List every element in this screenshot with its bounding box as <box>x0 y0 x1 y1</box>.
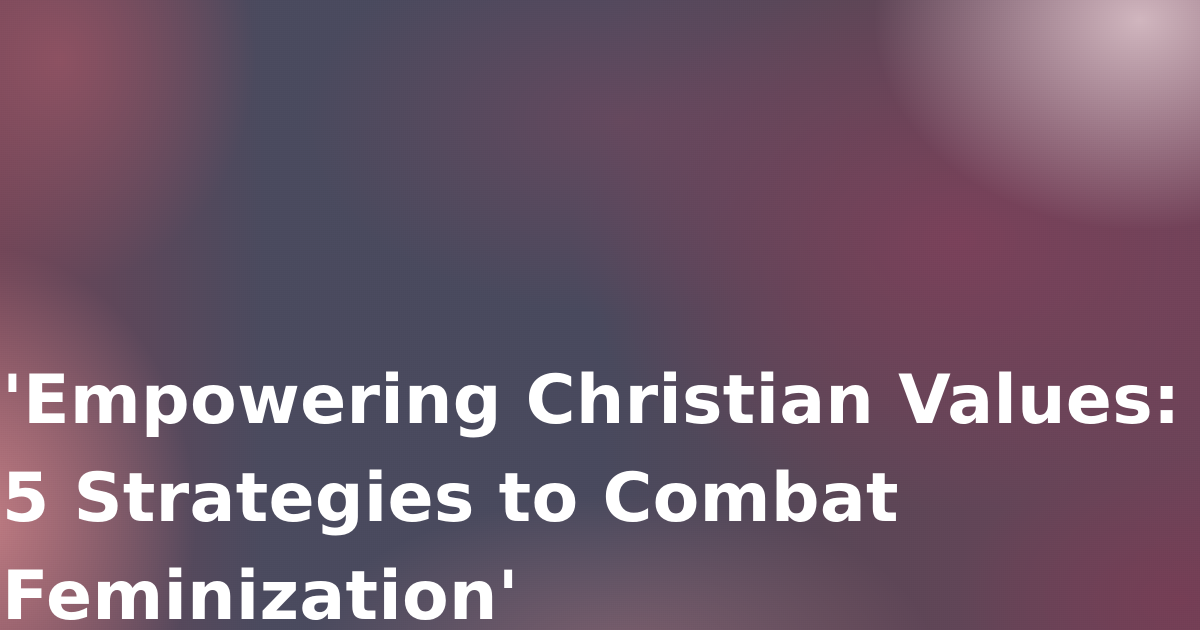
headline-line-2: 5 Strategies to Combat <box>2 459 899 538</box>
headline-line-1: 'Empowering Christian Values: <box>2 361 1181 440</box>
headline-line-3: Feminization' <box>2 557 519 630</box>
social-share-card: 'Empowering Christian Values: 5 Strategi… <box>0 0 1200 630</box>
headline-title: 'Empowering Christian Values: 5 Strategi… <box>2 352 1182 630</box>
